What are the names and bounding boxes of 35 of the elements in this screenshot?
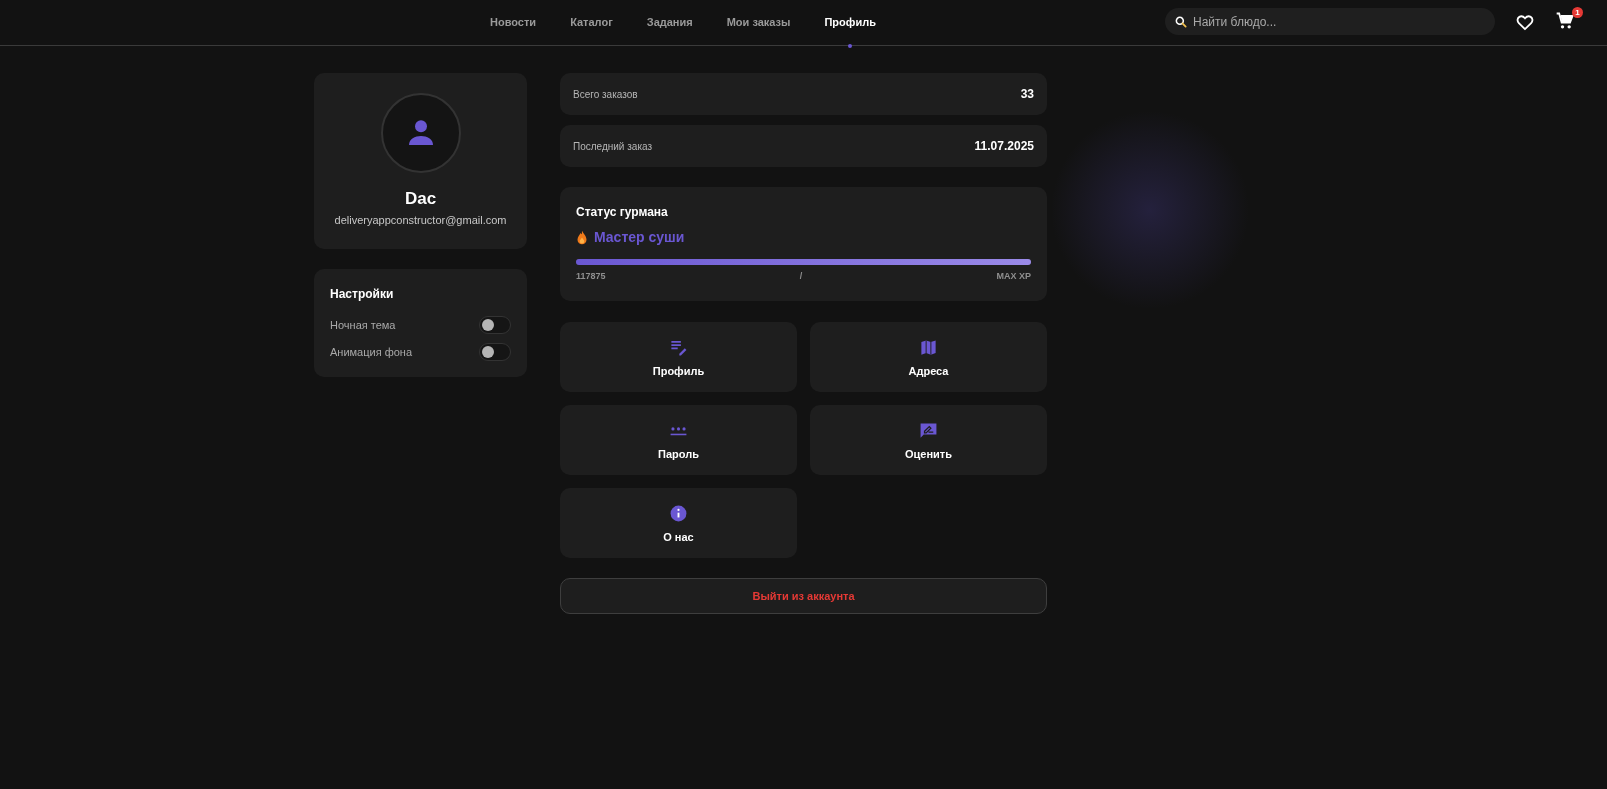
search-icon	[1174, 15, 1188, 29]
stat-label: Всего заказов	[573, 88, 638, 100]
toggle-label: Анимация фона	[330, 345, 413, 358]
logout-button[interactable]: Выйти из аккаунта	[560, 578, 1047, 614]
menu-tile[interactable]: Адреса	[810, 322, 1047, 392]
settings-title: Настройки	[330, 287, 395, 301]
menu-tile[interactable]: О нас	[560, 488, 797, 558]
cart-count-badge: 1	[1572, 6, 1583, 18]
rank-title: Мастер суши	[594, 229, 685, 245]
user-email: deliveryappconstructor@gmail.com	[334, 214, 507, 226]
map-icon	[919, 337, 938, 357]
stat-label: Последний заказ	[573, 140, 652, 152]
menu-tile[interactable]: Пароль	[560, 405, 797, 475]
nav-tab[interactable]: Каталог	[570, 15, 613, 48]
toggle-switch[interactable]	[479, 315, 511, 334]
menu-tile[interactable]: Профиль	[560, 322, 797, 392]
nav-tab[interactable]: Профиль	[824, 15, 876, 48]
nav-tab[interactable]: Задания	[646, 15, 693, 48]
xp-max: MAX XP	[996, 271, 1031, 281]
user-name: Dac	[404, 189, 437, 209]
stat-value: 33	[1020, 87, 1034, 101]
xp-separator: /	[799, 271, 803, 281]
search-field[interactable]: Найти блюдо...	[1165, 8, 1495, 35]
toggle-switch[interactable]	[479, 342, 511, 361]
stat-value: 11.07.2025	[974, 139, 1034, 153]
nav-tab[interactable]: Мои заказы	[726, 15, 791, 48]
flame-icon	[576, 229, 588, 245]
info-icon	[669, 503, 688, 523]
menu-tile[interactable]: Оценить	[810, 405, 1047, 475]
comment-edit-icon	[919, 420, 938, 440]
nav-tab[interactable]: Новости	[490, 15, 537, 48]
xp-value: 117875	[576, 271, 606, 281]
cart-icon[interactable]	[1555, 10, 1575, 31]
status-title: Статус гурмана	[576, 205, 669, 219]
toggle-label: Ночная тема	[330, 318, 396, 331]
